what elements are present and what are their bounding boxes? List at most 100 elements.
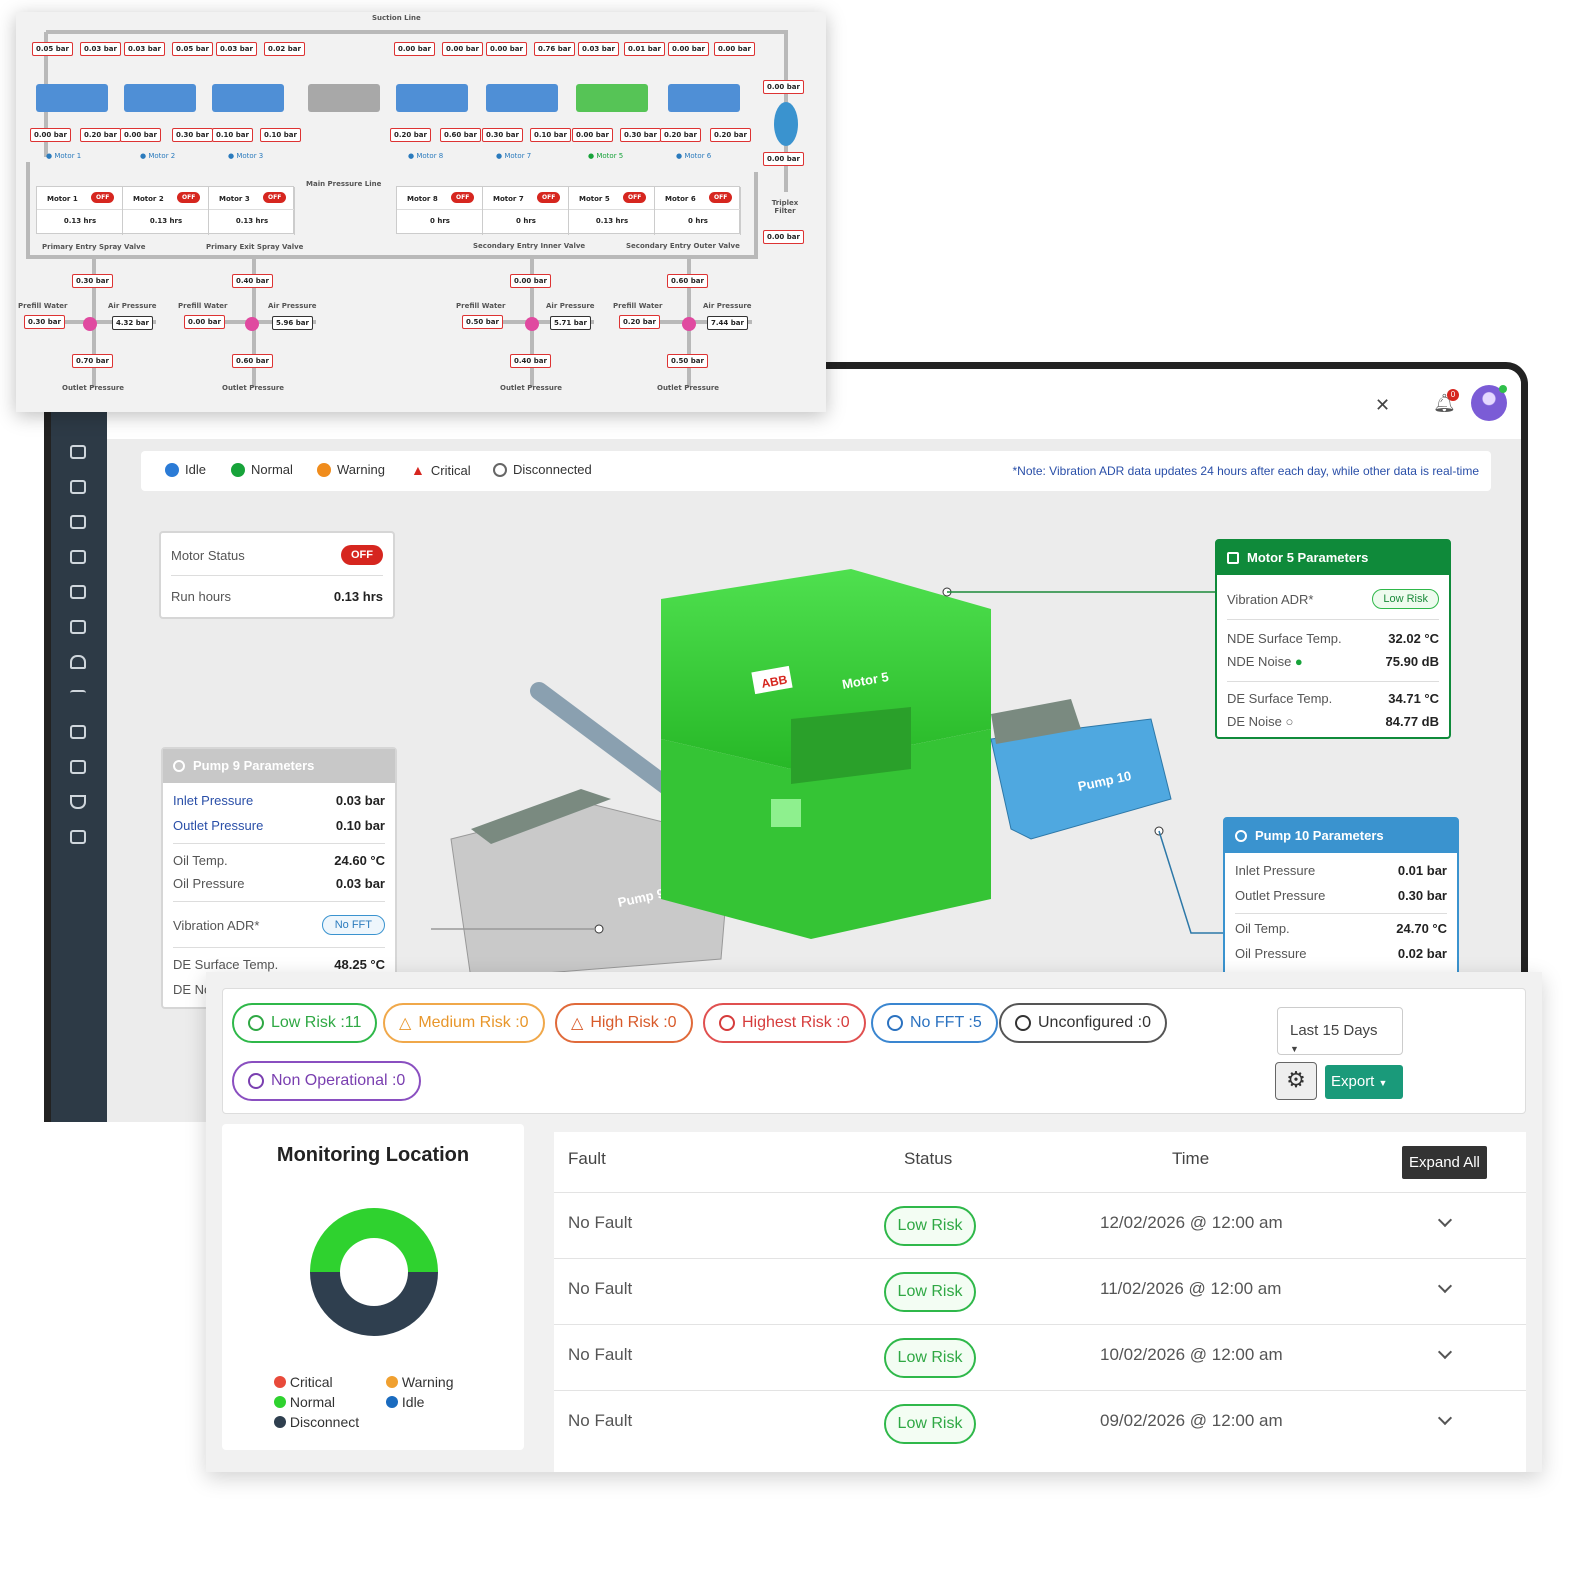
pressure-tag: 0.10 bar <box>212 128 253 142</box>
main-pressure-line-label: Main Pressure Line <box>306 180 382 188</box>
donut-slice-disconnect[interactable] <box>310 1272 438 1336</box>
pressure-tag: 0.03 bar <box>578 42 619 56</box>
air-pressure-value: 4.32 bar <box>112 316 153 330</box>
alert-circle-icon <box>719 1015 735 1031</box>
motor-cell: Motor 8 OFF 0 hrs <box>397 187 483 235</box>
table-row[interactable]: No Fault Low Risk 11/02/2026 @ 12:00 am <box>554 1258 1526 1324</box>
chip-no-fft[interactable]: No FFT :5 <box>871 1003 998 1043</box>
donut-slice-normal[interactable] <box>310 1208 438 1272</box>
chip-low-risk[interactable]: Low Risk :11 <box>232 1003 378 1043</box>
expand-all-button[interactable]: Expand All <box>1402 1146 1487 1179</box>
pressure-tag: 0.00 bar <box>394 42 435 56</box>
motor-cell: Motor 2 OFF 0.13 hrs <box>123 187 209 235</box>
chip-unconfigured[interactable]: Unconfigured :0 <box>999 1003 1167 1043</box>
motor-name: Motor 6 <box>665 195 696 203</box>
monitoring-location-title: Monitoring Location <box>276 1144 470 1166</box>
outlet-pressure-value: 0.50 bar <box>667 354 708 368</box>
run-hours-label: Run hours <box>171 589 231 604</box>
pressure-tag: 0.76 bar <box>534 42 575 56</box>
trend-icon[interactable] <box>70 690 86 704</box>
pressure-tag: 0.00 bar <box>120 128 161 142</box>
risk-panel: Low Risk :11 △ Medium Risk :0 △ High Risk … <box>206 972 1542 1472</box>
chevron-down-icon[interactable] <box>1437 1410 1453 1426</box>
warning-icon <box>317 462 331 477</box>
user-icon[interactable] <box>70 585 86 599</box>
left-motor-table: Motor 1 OFF 0.13 hrs Motor 2 OFF 0.13 hrs Moto… <box>36 186 295 235</box>
de-temp-label: DE Surface Temp. <box>173 957 279 972</box>
warning-triangle-icon: △ <box>571 1015 584 1032</box>
de-noise-value: 84.77 dB <box>1385 714 1439 729</box>
gallery-icon[interactable] <box>70 760 86 774</box>
report-icon[interactable] <box>70 620 86 634</box>
legend-normal: Normal <box>274 1394 335 1410</box>
pressure-tag: 0.00 bar <box>30 128 71 142</box>
chip-non-operational[interactable]: Non Operational :0 <box>232 1061 422 1101</box>
de-temp-label: DE Surface Temp. <box>1227 691 1333 706</box>
motor-status-label: Motor Status <box>171 547 245 563</box>
oil-temp-label: Oil Temp. <box>1235 921 1290 936</box>
sidebar <box>51 369 107 1122</box>
chevron-down-icon[interactable] <box>1437 1344 1453 1360</box>
legend-critical: ▲ Critical <box>411 462 471 478</box>
motor-label: ● Motor 5 <box>588 152 624 160</box>
chevron-down-icon[interactable] <box>1437 1212 1453 1228</box>
chip-highest-risk[interactable]: Highest Risk :0 <box>703 1003 866 1043</box>
equipment-3d-view: Pump 9 ABB Motor 5 Pump 10 <box>431 569 1271 979</box>
valve-label: Primary Exit Spray Valve <box>206 243 304 251</box>
table-icon[interactable] <box>70 830 86 844</box>
table-row[interactable]: No Fault Low Risk 09/02/2026 @ 12:00 am <box>554 1390 1526 1456</box>
motor-label: ● Motor 8 <box>408 152 444 160</box>
motor5-parameters-card: Motor 5 Parameters Vibration ADR* Low Ris… <box>1215 539 1451 739</box>
outlet-pressure-label: Outlet Pressure <box>62 384 125 392</box>
grid-icon[interactable] <box>70 725 86 739</box>
fault-cell: No Fault <box>568 1279 633 1298</box>
air-pressure-label: Air Pressure <box>703 302 752 310</box>
legend-warning: Warning <box>386 1374 454 1390</box>
nde-noise-value: 75.90 dB <box>1385 654 1439 669</box>
prefill-label: Prefill Water <box>18 302 68 310</box>
date-range-select[interactable]: Last 15 Days ▼ <box>1277 1007 1403 1055</box>
air-pressure-value: 5.96 bar <box>272 316 313 330</box>
top-pressure-tag: 0.00 bar <box>510 274 551 288</box>
time-cell: 09/02/2026 @ 12:00 am <box>1100 1411 1283 1430</box>
off-badge: OFF <box>709 192 733 203</box>
pressure-tag: 0.30 bar <box>482 128 523 142</box>
run-hours: 0.13 hrs <box>149 217 183 225</box>
motor-name: Motor 3 <box>219 195 250 203</box>
column-time: Time <box>1172 1149 1210 1168</box>
table-row[interactable]: No Fault Low Risk 12/02/2026 @ 12:00 am <box>554 1192 1526 1258</box>
home-icon[interactable] <box>70 480 86 494</box>
motor-unit-icon <box>36 84 108 112</box>
filter-tag: 0.00 bar <box>763 80 804 94</box>
legend-idle: Idle <box>386 1394 424 1410</box>
dashboard-icon[interactable] <box>70 515 86 529</box>
column-status: Status <box>904 1149 953 1168</box>
table-row[interactable]: No Fault Low Risk 10/02/2026 @ 12:00 am <box>554 1324 1526 1390</box>
pressure-tag: 0.10 bar <box>260 128 301 142</box>
status-badge: Low Risk <box>884 1404 976 1444</box>
motor-unit-icon <box>486 84 558 112</box>
satellite-icon[interactable]: ✕ <box>1375 395 1390 416</box>
off-badge: OFF <box>91 192 115 203</box>
settings-gear-button[interactable]: ⚙ <box>1275 1062 1317 1100</box>
chevron-down-icon[interactable] <box>1437 1278 1453 1294</box>
fault-cell: No Fault <box>568 1345 633 1364</box>
run-hours-value: 0.13 hrs <box>333 589 383 604</box>
de-temp-value: 34.71 °C <box>1388 691 1439 706</box>
bell-icon[interactable] <box>70 655 86 669</box>
top-pressure-tag: 0.60 bar <box>667 274 708 288</box>
chip-high-risk[interactable]: △ High Risk :0 <box>555 1003 693 1043</box>
motor-unit-icon <box>308 84 380 112</box>
pump9-parameters-title: Pump 9 Parameters <box>163 749 395 783</box>
plug-icon[interactable] <box>70 795 86 809</box>
prefill-label: Prefill Water <box>178 302 228 310</box>
fault-cell: No Fault <box>568 1411 633 1430</box>
inlet-value: 0.01 bar <box>1397 863 1447 878</box>
outlet-pressure-label: Outlet Pressure <box>222 384 285 392</box>
chip-medium-risk[interactable]: △ Medium Risk :0 <box>383 1003 545 1043</box>
monitor-icon[interactable] <box>70 550 86 564</box>
prefill-value: 0.30 bar <box>24 315 65 329</box>
filter-tag: 0.00 bar <box>763 230 804 244</box>
factory-icon[interactable] <box>70 445 86 459</box>
export-button[interactable]: Export ▼ <box>1325 1065 1403 1099</box>
